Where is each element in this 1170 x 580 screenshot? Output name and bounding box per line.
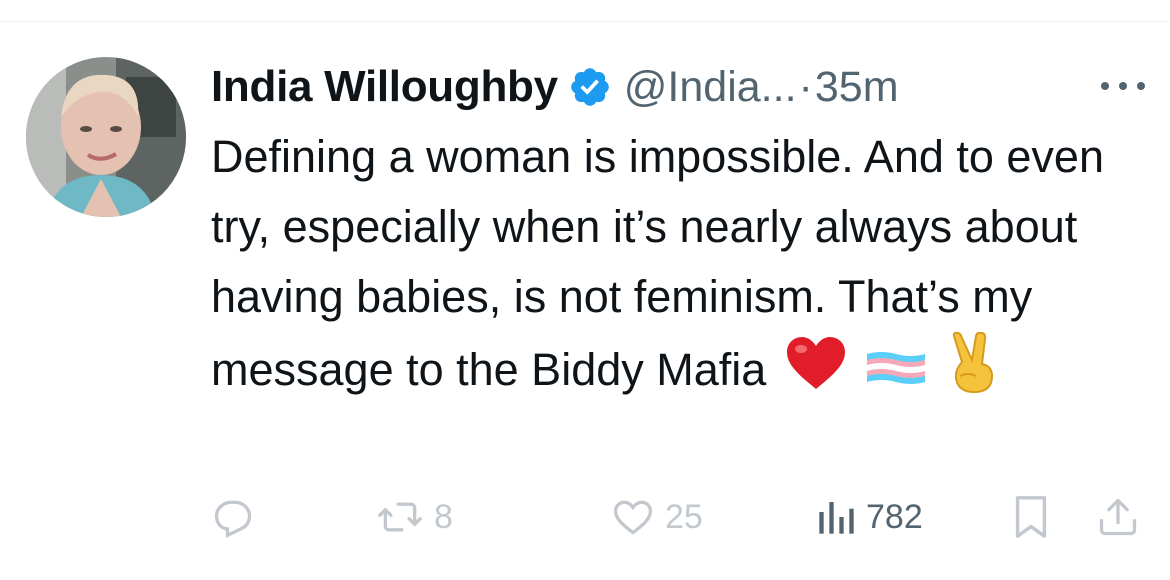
timestamp[interactable]: 35m — [815, 63, 899, 112]
bookmark-button[interactable] — [1011, 492, 1051, 542]
reply-button[interactable] — [211, 492, 265, 542]
author-name[interactable]: India Willoughby — [211, 62, 558, 112]
like-count: 25 — [665, 497, 703, 536]
views-count: 782 — [866, 497, 923, 536]
share-icon — [1096, 494, 1140, 540]
separator-dot: · — [798, 62, 813, 111]
share-button[interactable] — [1096, 492, 1140, 542]
victory-hand-icon — [946, 331, 1002, 414]
author-handle[interactable]: @India... — [624, 63, 797, 112]
heart-outline-icon — [611, 495, 655, 539]
retweet-button[interactable]: 8 — [376, 492, 453, 542]
more-options-icon[interactable] — [1095, 66, 1151, 106]
retweet-icon — [376, 495, 424, 539]
tweet-content: India Willoughby @India... · 35m Definin… — [211, 52, 1151, 414]
views-chart-icon — [816, 495, 856, 539]
tweet-body: Defining a woman is impossible. And to e… — [211, 122, 1141, 414]
bookmark-icon — [1011, 494, 1051, 540]
tweet-header: India Willoughby @India... · 35m — [211, 52, 1151, 122]
verified-badge-icon[interactable] — [568, 65, 612, 109]
views-button[interactable]: 782 — [816, 492, 923, 542]
reply-icon — [211, 495, 255, 539]
avatar[interactable] — [26, 57, 186, 217]
transgender-flag-icon — [865, 338, 927, 408]
like-button[interactable]: 25 — [611, 492, 703, 542]
top-divider — [0, 21, 1170, 22]
retweet-count: 8 — [434, 497, 453, 536]
red-heart-icon — [785, 335, 847, 411]
tweet-actions: 8 25 782 — [211, 492, 1151, 542]
